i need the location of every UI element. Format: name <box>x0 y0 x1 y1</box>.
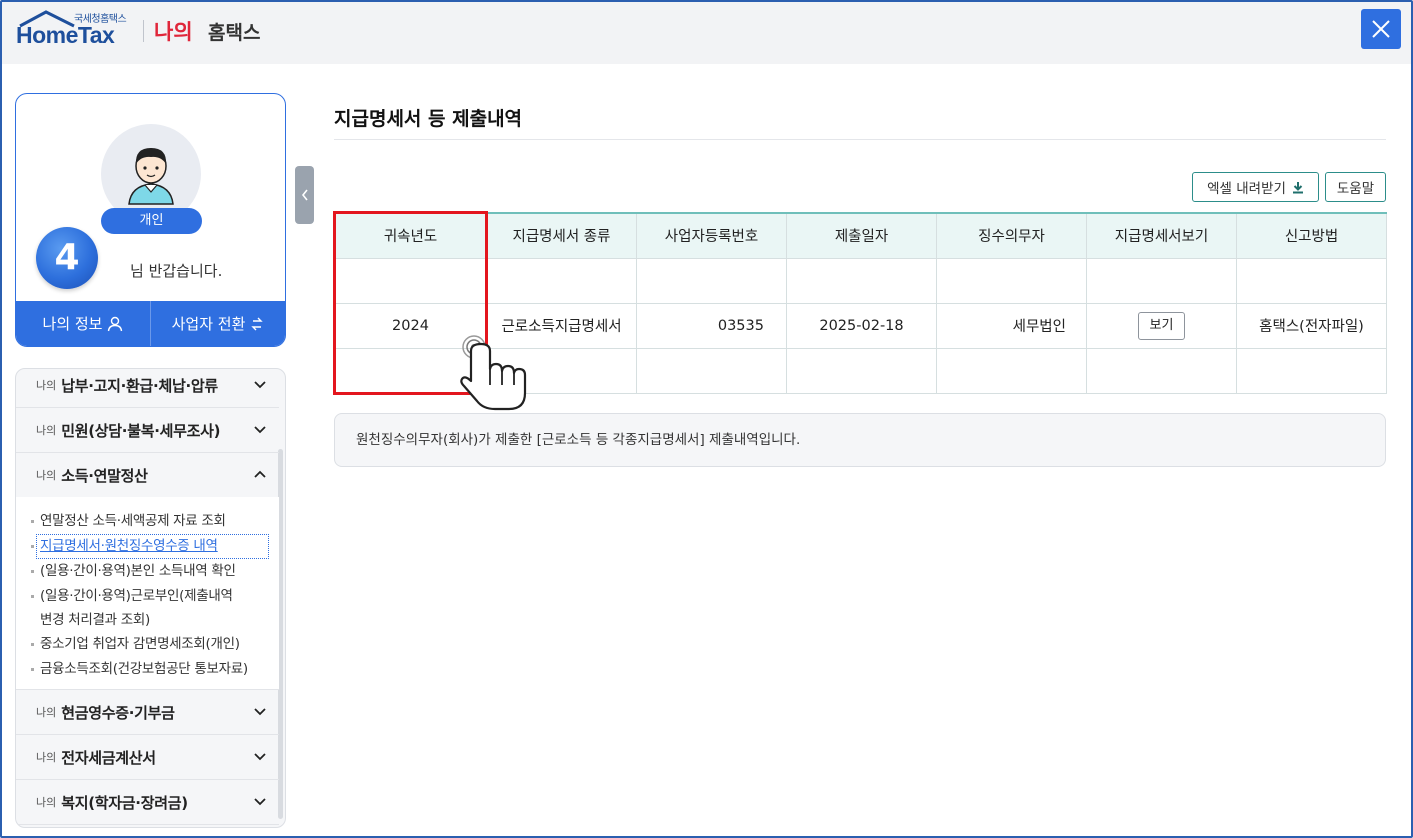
menu-item-payment[interactable]: 나의 납부·고지·환급·체납·압류 <box>16 369 279 408</box>
cell-view: 보기 <box>1086 302 1237 349</box>
cell-payer: 세무법인 <box>936 302 1087 349</box>
menu-title: 전자세금계산서 <box>61 748 156 767</box>
column-header-method: 신고방법 <box>1236 213 1387 259</box>
submenu-item[interactable]: (일용·간이·용역)본인 소득내역 확인 <box>16 559 279 584</box>
chevron-left-icon <box>301 189 308 201</box>
sidebar-menu: 나의 납부·고지·환급·체납·압류 나의 민원(상담·불복·세무조사) 나의 소… <box>15 368 286 828</box>
chevron-down-icon <box>254 798 266 806</box>
header-my-label: 나의 <box>154 20 193 44</box>
app-window: 국세청홈택스 HomeTax 나의 홈택스 개인 4 님 반갑습니다. 나의 정… <box>0 0 1413 838</box>
profile-actions: 나의 정보 사업자 전환 <box>16 301 285 346</box>
chevron-down-icon <box>254 426 266 434</box>
chevron-up-icon <box>254 470 266 478</box>
cell-method: 홈택스(전자파일) <box>1236 302 1387 349</box>
submenu-item[interactable]: 연말정산 소득·세액공제 자료 조회 <box>16 509 279 534</box>
cell-biz-no: 03535 <box>636 302 787 349</box>
title-divider <box>334 139 1386 140</box>
column-header-view: 지급명세서보기 <box>1086 213 1237 259</box>
menu-prefix: 나의 <box>36 469 57 482</box>
person-icon <box>108 316 123 331</box>
menu-prefix: 나의 <box>36 751 57 764</box>
column-header-type: 지급명세서 종류 <box>486 213 637 259</box>
header: 국세청홈택스 HomeTax 나의 홈택스 <box>2 2 1411 64</box>
menu-item-civil[interactable]: 나의 민원(상담·불복·세무조사) <box>16 408 279 453</box>
menu-prefix: 나의 <box>36 424 57 437</box>
my-info-button[interactable]: 나의 정보 <box>16 301 150 346</box>
header-divider <box>143 20 144 42</box>
menu-title: 납부·고지·환급·체납·압류 <box>61 376 218 395</box>
header-home-label: 홈택스 <box>208 22 261 44</box>
close-icon <box>1372 20 1390 38</box>
personal-badge: 개인 <box>101 208 202 234</box>
submenu-item-active[interactable]: 지급명세서·원천징수영수증 내역 <box>16 534 279 559</box>
chevron-down-icon <box>254 753 266 761</box>
chevron-down-icon <box>254 708 266 716</box>
switch-business-label: 사업자 전환 <box>171 315 246 333</box>
notice-box: 원천징수의무자(회사)가 제출한 [근로소득 등 각종지급명세서] 제출내역입니… <box>334 413 1386 467</box>
profile-card: 개인 4 님 반갑습니다. 나의 정보 사업자 전환 <box>15 93 286 347</box>
submenu-item[interactable]: (일용·간이·용역)근로부인(제출내역 변경 처리결과 조회) <box>16 584 279 632</box>
download-icon <box>1292 181 1303 193</box>
menu-item-welfare[interactable]: 나의 복지(학자금·장려금) <box>16 780 279 825</box>
menu-prefix: 나의 <box>36 379 57 392</box>
switch-business-button[interactable]: 사업자 전환 <box>150 301 285 346</box>
menu-item-income[interactable]: 나의 소득·연말정산 <box>16 453 279 498</box>
menu-prefix: 나의 <box>36 796 57 809</box>
chevron-down-icon <box>254 381 266 389</box>
menu-prefix: 나의 <box>36 706 57 719</box>
column-header-biz-no: 사업자등록번호 <box>636 213 787 259</box>
menu-title: 소득·연말정산 <box>61 466 148 485</box>
my-info-label: 나의 정보 <box>42 315 103 333</box>
column-header-date: 제출일자 <box>786 213 937 259</box>
page-title: 지급명세서 등 제출내역 <box>334 108 523 130</box>
excel-download-label: 엑셀 내려받기 <box>1207 181 1286 197</box>
cell-date: 2025-02-18 <box>786 302 937 349</box>
view-button[interactable]: 보기 <box>1138 311 1185 340</box>
hand-pointer-icon <box>460 335 527 411</box>
close-button[interactable] <box>1361 9 1401 49</box>
menu-title: 민원(상담·불복·세무조사) <box>61 421 221 440</box>
step-number-badge: 4 <box>36 227 98 289</box>
submenu-item[interactable]: 중소기업 취업자 감면명세조회(개인) <box>16 632 279 657</box>
menu-item-e-invoice[interactable]: 나의 전자세금계산서 <box>16 735 279 780</box>
help-button[interactable]: 도움말 <box>1325 172 1386 202</box>
switch-arrows-icon <box>251 317 264 330</box>
hometax-logo[interactable]: 국세청홈택스 HomeTax <box>16 8 136 54</box>
table-header-row: 귀속년도 지급명세서 종류 사업자등록번호 제출일자 징수의무자 지급명세서보기… <box>334 213 1387 259</box>
excel-download-button[interactable]: 엑셀 내려받기 <box>1192 172 1319 202</box>
submenu-item[interactable]: 금융소득조회(건강보험공단 통보자료) <box>16 657 279 682</box>
menu-title: 복지(학자금·장려금) <box>61 793 188 812</box>
menu-item-cash-receipt[interactable]: 나의 현금영수증·기부금 <box>16 690 279 735</box>
welcome-text: 님 반갑습니다. <box>130 262 223 280</box>
notice-text: 원천징수의무자(회사)가 제출한 [근로소득 등 각종지급명세서] 제출내역입니… <box>356 432 801 448</box>
column-header-payer: 징수의무자 <box>936 213 1087 259</box>
table-row-empty <box>334 257 1387 304</box>
submenu-income: 연말정산 소득·세액공제 자료 조회 지급명세서·원천징수영수증 내역 (일용·… <box>16 497 279 690</box>
menu-title: 현금영수증·기부금 <box>61 703 175 722</box>
focus-outline <box>36 534 269 559</box>
help-label: 도움말 <box>1336 181 1375 197</box>
logo-text: HomeTax <box>16 22 115 48</box>
sidebar-collapse-button[interactable] <box>295 166 314 224</box>
